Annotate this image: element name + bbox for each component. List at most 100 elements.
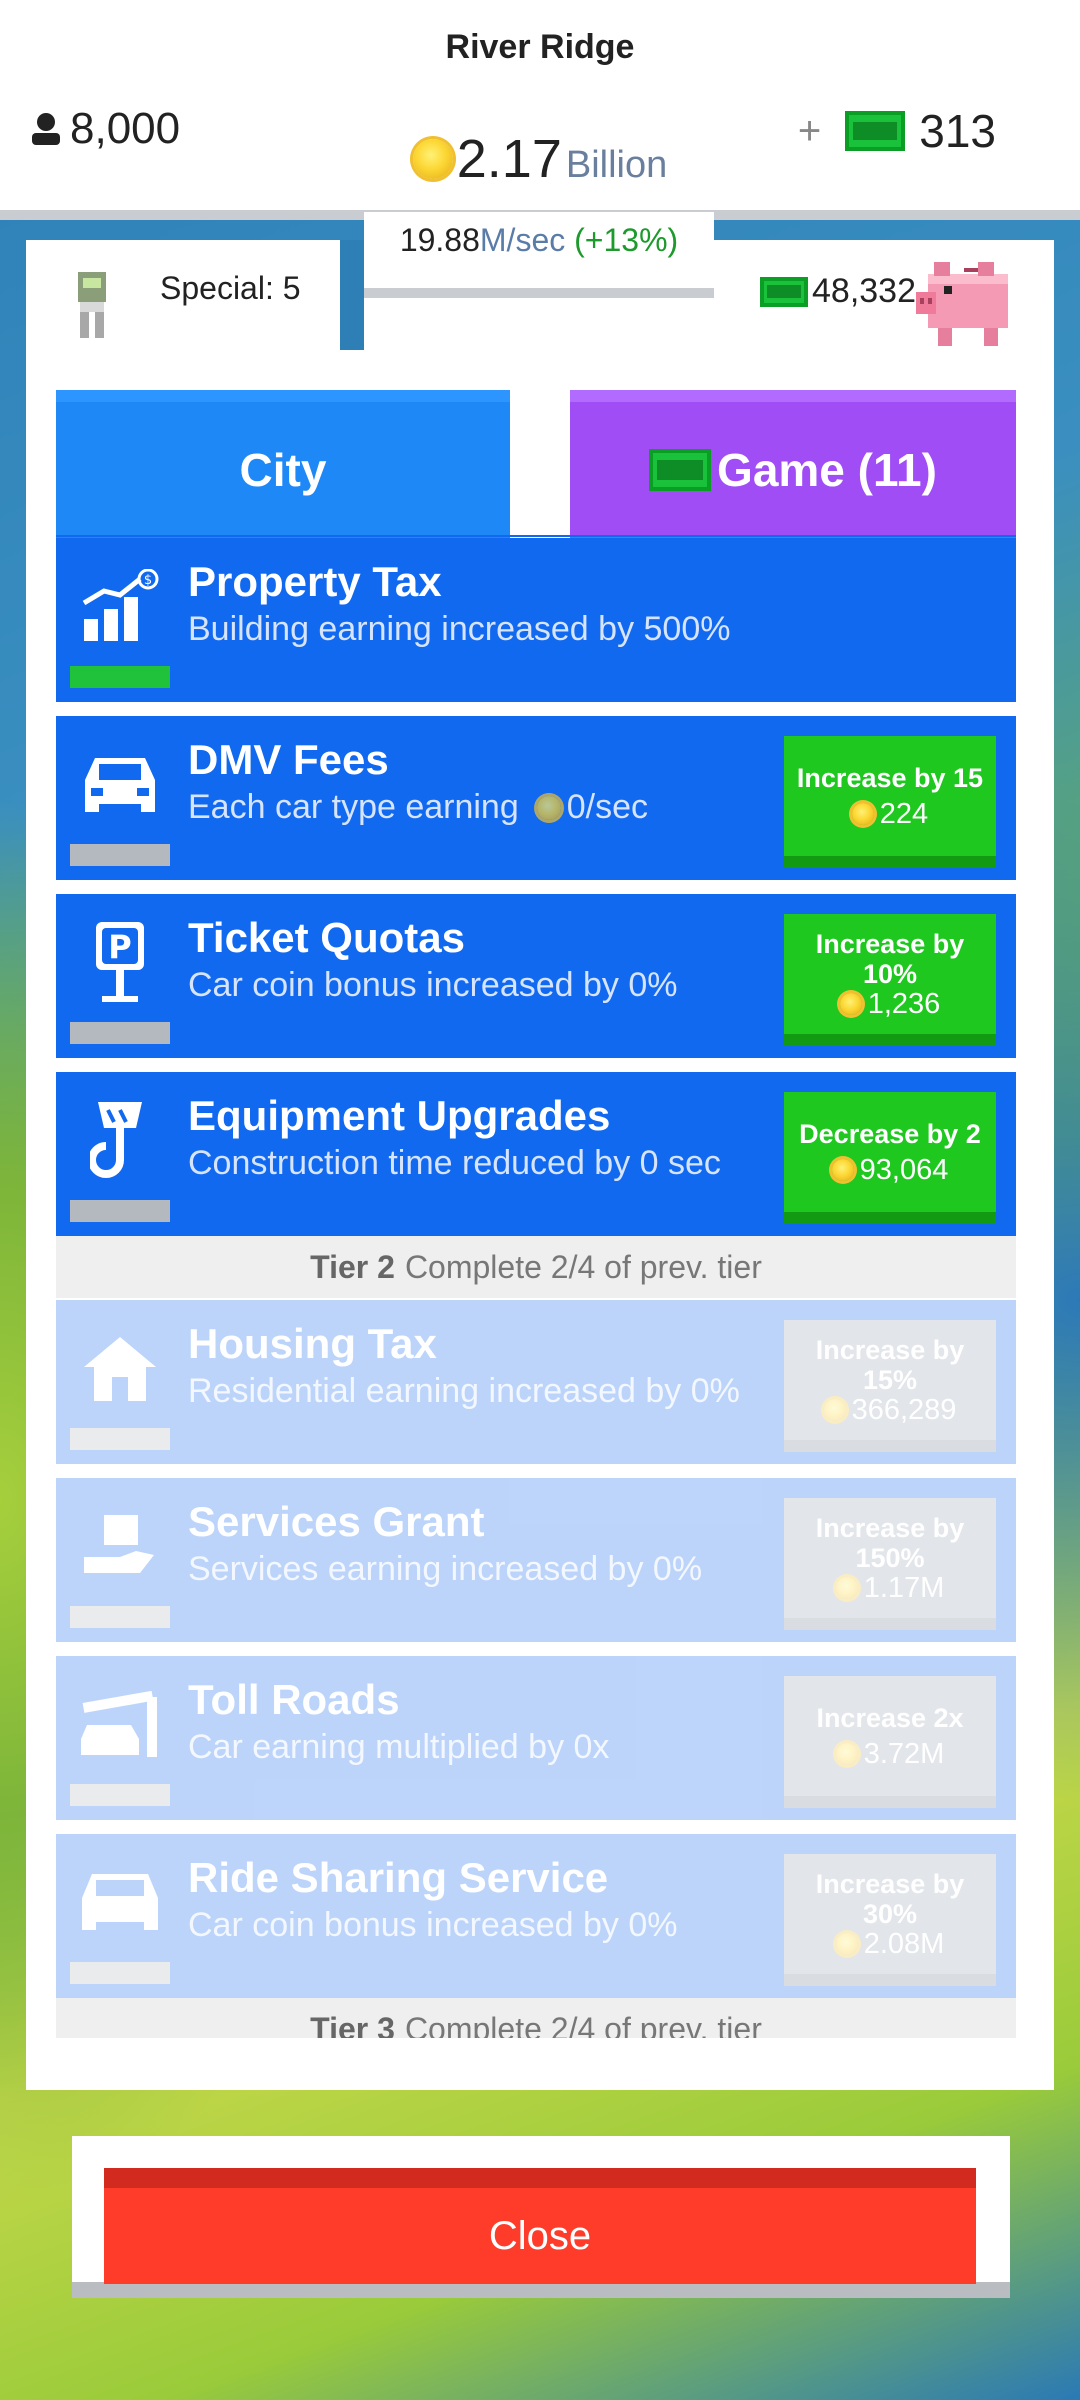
- tier-3-header: Tier 3 Complete 2/4 of prev. tier: [56, 1998, 1016, 2038]
- coin-icon: [536, 795, 561, 820]
- upgrade-title: Ticket Quotas: [188, 914, 465, 961]
- rate-unit: M/sec: [479, 222, 566, 258]
- buy-button-price: 2.08M: [835, 1928, 945, 1960]
- cash-bill-icon: [845, 111, 906, 151]
- upgrade-progress-bar: [70, 1962, 170, 1984]
- cash-bill-icon: [760, 276, 808, 307]
- buy-upgrade-button: Increase by 150% 1.17M: [784, 1498, 996, 1630]
- upgrade-row-dmv-fees: DMV Fees Each car type earning 0/sec Inc…: [56, 716, 1016, 880]
- crane-hook-icon: [70, 1096, 170, 1186]
- upgrade-progress-bar: [70, 666, 170, 688]
- chart-growth-icon: $: [70, 562, 170, 652]
- rate-value: 19.88: [399, 222, 480, 258]
- upgrade-progress-bar: [70, 844, 170, 866]
- buy-upgrade-button: Increase by 15% 366,289: [784, 1320, 996, 1452]
- buy-button-price: 3.72M: [835, 1738, 945, 1770]
- house-icon: [70, 1324, 170, 1414]
- buy-button-label: Decrease by 2: [799, 1119, 981, 1149]
- svg-text:$: $: [144, 573, 152, 588]
- coin-icon: [412, 139, 453, 179]
- buy-button-price: 1,236: [839, 988, 941, 1020]
- upgrade-progress-bar: [70, 1022, 170, 1044]
- upgrade-description: Car earning multiplied by 0x: [188, 1728, 610, 1766]
- tier-requirement: Complete 2/4 of prev. tier: [404, 2010, 762, 2039]
- coins-unit: Billion: [565, 144, 668, 186]
- upgrade-title: Toll Roads: [188, 1676, 400, 1723]
- income-rate-tab: 19.88M/sec (+13%): [364, 212, 714, 298]
- upgrade-description-value: 0/sec: [566, 788, 649, 826]
- tab-game[interactable]: Game (11): [570, 390, 1016, 538]
- upgrade-title: DMV Fees: [188, 736, 389, 783]
- upgrade-progress-bar: [70, 1784, 170, 1806]
- close-button[interactable]: Close: [104, 2168, 976, 2284]
- upgrade-description: Each car type earning 0/sec: [188, 788, 648, 827]
- buy-upgrade-button: Increase by 30% 2.08M: [784, 1854, 996, 1986]
- special-count: Special: 5: [160, 270, 301, 306]
- upgrade-title: Services Grant: [188, 1498, 485, 1545]
- upgrade-row-services-grant: Services Grant Services earning increase…: [56, 1478, 1016, 1642]
- upgrade-progress-bar: [70, 1200, 170, 1222]
- upgrade-row-housing-tax: Housing Tax Residential earning increase…: [56, 1300, 1016, 1464]
- toll-gate-icon: [70, 1680, 170, 1770]
- upgrade-description: Residential earning increased by 0%: [188, 1372, 740, 1410]
- buy-button-label: Increase by 15: [796, 763, 984, 793]
- robot-icon: [78, 272, 106, 338]
- cash-counter[interactable]: + 313: [798, 104, 996, 158]
- coin-icon: [823, 1399, 846, 1421]
- upgrade-row-property-tax: $ Property Tax Building earning increase…: [56, 538, 1016, 702]
- upgrade-title: Property Tax: [188, 558, 442, 605]
- coin-icon: [835, 1933, 858, 1955]
- buy-button-label: Increase by 150%: [815, 1513, 965, 1573]
- piggy-bank-icon[interactable]: [914, 252, 1020, 352]
- tab-divider: [56, 535, 1016, 537]
- tab-city[interactable]: City: [56, 390, 510, 538]
- coin-icon: [839, 993, 862, 1015]
- coins-value: 2.17: [456, 129, 562, 189]
- buy-upgrade-button: Increase 2x 3.72M: [784, 1676, 996, 1808]
- add-cash-icon[interactable]: +: [798, 109, 821, 154]
- coin-icon: [835, 1743, 858, 1765]
- buy-button-label: Increase by 30%: [815, 1869, 965, 1929]
- upgrade-row-ride-sharing: Ride Sharing Service Car coin bonus incr…: [56, 1834, 1016, 1998]
- price-value: 3.72M: [863, 1738, 945, 1770]
- tier-2-header: Tier 2 Complete 2/4 of prev. tier: [56, 1236, 1016, 1298]
- upgrade-row-toll-roads: Toll Roads Car earning multiplied by 0x …: [56, 1656, 1016, 1820]
- buy-button-price: 1.17M: [835, 1572, 945, 1604]
- buy-upgrade-button[interactable]: Decrease by 2 93,064: [784, 1092, 996, 1224]
- price-value: 1,236: [867, 988, 941, 1020]
- buy-button-price: 93,064: [831, 1154, 949, 1186]
- upgrade-description-text: Each car type earning: [188, 788, 519, 826]
- city-name: River Ridge: [445, 28, 635, 66]
- buy-upgrade-button[interactable]: Increase by 10% 1,236: [784, 914, 996, 1046]
- piggy-bank-amount: 48,332: [760, 272, 916, 311]
- upgrade-progress-bar: [70, 1428, 170, 1450]
- price-value: 224: [879, 798, 929, 830]
- upgrade-title: Equipment Upgrades: [188, 1092, 611, 1139]
- buy-upgrade-button[interactable]: Increase by 15 224: [784, 736, 996, 868]
- price-value: 2.08M: [863, 1928, 945, 1960]
- upgrade-title: Housing Tax: [188, 1320, 437, 1367]
- tier-requirement: Complete 2/4 of prev. tier: [404, 1248, 762, 1285]
- price-value: 1.17M: [863, 1572, 945, 1604]
- upgrade-description: Services earning increased by 0%: [188, 1550, 703, 1588]
- upgrade-description: Car coin bonus increased by 0%: [188, 966, 678, 1004]
- panel-gap: [340, 240, 364, 350]
- price-value: 93,064: [859, 1154, 949, 1186]
- upgrade-row-ticket-quotas: P Ticket Quotas Car coin bonus increased…: [56, 894, 1016, 1058]
- car-icon: [70, 740, 170, 830]
- tier-label: Tier 2: [310, 1248, 395, 1285]
- parking-sign-icon: P: [70, 918, 170, 1008]
- tier-label: Tier 3: [310, 2010, 395, 2039]
- upgrade-description: Construction time reduced by 0 sec: [188, 1144, 721, 1182]
- upgrade-title: Ride Sharing Service: [188, 1854, 609, 1901]
- buy-button-price: 366,289: [823, 1394, 957, 1426]
- buy-button-label: Increase 2x: [816, 1703, 964, 1733]
- upgrade-description: Car coin bonus increased by 0%: [188, 1906, 678, 1944]
- hand-box-icon: [70, 1502, 170, 1592]
- cash-value: 313: [919, 105, 996, 157]
- van-icon: [70, 1858, 170, 1948]
- upgrade-progress-bar: [70, 1606, 170, 1628]
- piggy-bank-value: 48,332: [812, 272, 916, 310]
- price-value: 366,289: [851, 1394, 957, 1426]
- upgrades-list[interactable]: $ Property Tax Building earning increase…: [56, 538, 1016, 2038]
